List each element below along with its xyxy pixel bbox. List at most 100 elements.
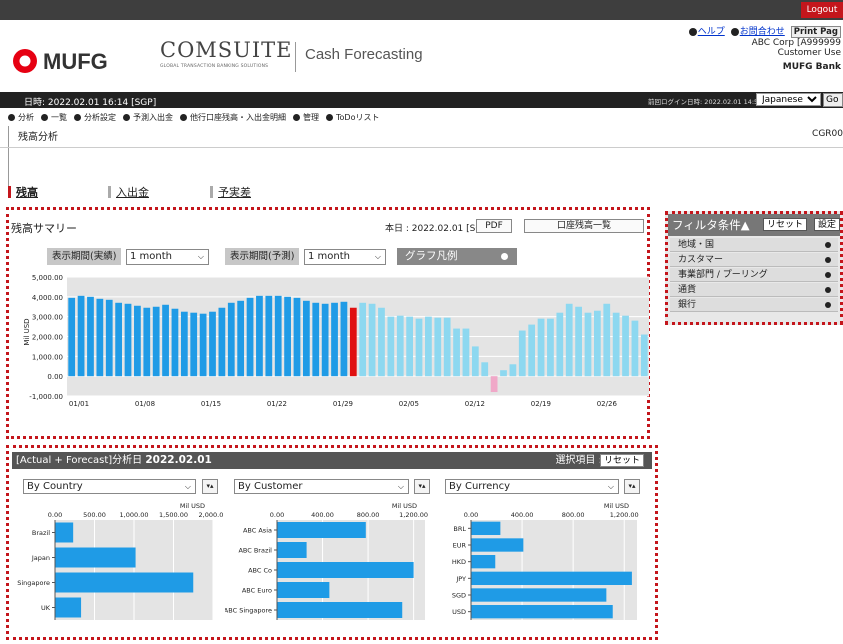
actual-bar (218, 307, 226, 377)
category-label: Singapore (17, 579, 50, 587)
graph-legend-button[interactable]: グラフ凡例 (397, 248, 517, 265)
value-bar (471, 588, 607, 602)
selection-reset-button[interactable]: リセット (599, 454, 644, 467)
value-bar (277, 582, 330, 598)
info-icon (41, 114, 48, 121)
actual-bar (302, 300, 310, 377)
menu-item[interactable]: 分析 (8, 112, 34, 123)
currency-chart: Mil USD 0.00 400.00 800.00 1,200.00 BRL EUR HKD… (452, 502, 639, 620)
x-tick-label: 0.00 (48, 511, 62, 519)
y-tick-label: 3,000.00 (32, 314, 63, 322)
forecast-bar (631, 320, 639, 377)
info-icon (293, 114, 300, 121)
category-label: ABC Brazil (238, 547, 272, 555)
filter-settings-button[interactable]: 設定 (814, 218, 840, 231)
axis-unit-label: Mil USD (604, 502, 629, 510)
sort-customer-button[interactable]: ▾▴ (414, 479, 430, 494)
forecast-bar (443, 317, 451, 377)
pdf-button[interactable]: PDF (476, 219, 512, 233)
forecast-bar (537, 318, 545, 377)
x-tick-label: 800.00 (357, 511, 380, 519)
date-bar: 日時: 2022.02.01 16:14 [SGP] 前回ログイン日時: 202… (0, 92, 843, 108)
chevron-down-icon: ⌵ (607, 482, 614, 491)
actual-bar (209, 311, 216, 377)
forecast-bar (584, 312, 592, 377)
balance-chart: 5,000.00 4,000.00 3,000.00 2,000.00 1,000.00… (23, 274, 649, 408)
logout-button[interactable]: Logout (801, 2, 843, 18)
info-icon (730, 27, 739, 36)
category-label: ABC Co (248, 567, 272, 575)
account-balance-list-button[interactable]: 口座残高一覧 (524, 219, 644, 233)
main-menu: 分析 一覧 分析設定 予測入出金 他行口座残高・入出金明細 管理 ToDoリスト (8, 112, 379, 123)
category-label: ABC Asia (243, 527, 272, 535)
menu-item[interactable]: 一覧 (41, 112, 67, 123)
by-customer-select[interactable]: By Customer ⌵ (234, 479, 409, 494)
value-bar (55, 572, 194, 593)
x-tick-label: 400.00 (511, 511, 534, 519)
sort-country-button[interactable]: ▾▴ (202, 479, 218, 494)
language-select[interactable]: Japanese (756, 93, 821, 106)
forecast-bar (509, 364, 517, 377)
period-actual-select[interactable]: 1 month ⌵ (126, 249, 209, 265)
actual-bar (105, 299, 113, 377)
filter-title[interactable]: フィルタ条件▲ (672, 218, 750, 232)
period-actual-label: 表示期間(実績) (47, 248, 122, 265)
filter-item[interactable]: カスタマー (670, 253, 838, 267)
value-bar (277, 542, 307, 558)
x-tick-label: 01/01 (69, 400, 89, 408)
actual-bar (227, 302, 235, 377)
y-tick-label: -1,000.00 (29, 393, 63, 401)
menu-item[interactable]: 分析設定 (74, 112, 116, 123)
forecast-bar (481, 362, 489, 377)
axis-unit-label: Mil USD (180, 502, 205, 510)
menu-item[interactable]: 予測入出金 (123, 112, 173, 123)
forecast-bar (500, 370, 507, 377)
period-forecast-select[interactable]: 1 month ⌵ (304, 249, 386, 265)
chevron-down-icon: ⌵ (197, 252, 204, 261)
actual-bar (152, 306, 160, 377)
filter-item[interactable]: 通貨 (670, 283, 838, 297)
menu-item[interactable]: ToDoリスト (326, 112, 379, 123)
x-tick-label: 01/22 (267, 400, 287, 408)
by-currency-select[interactable]: By Currency ⌵ (445, 479, 619, 494)
forecast-bar (575, 306, 582, 377)
category-label: Brazil (32, 529, 50, 537)
x-tick-label: 1,000.00 (120, 511, 149, 519)
x-tick-label: 02/05 (399, 400, 419, 408)
current-datetime: 日時: 2022.02.01 16:14 [SGP] (24, 98, 157, 108)
value-bar (55, 522, 74, 543)
forecast-bar (406, 316, 414, 377)
help-link[interactable]: ヘルプ (698, 27, 725, 37)
actual-bar (284, 296, 291, 377)
user-type: Customer Use (777, 48, 841, 58)
go-button[interactable]: Go (823, 93, 843, 107)
actual-bar (68, 297, 76, 377)
forecast-bar (387, 316, 395, 377)
print-page-button[interactable]: Print Pag (790, 26, 841, 38)
product-subtitle: GLOBAL TRANSACTION BANKING SOLUTIONS (160, 64, 269, 69)
forecast-bar (622, 315, 629, 377)
chevron-down-icon: ⌵ (397, 482, 404, 491)
info-icon (8, 114, 15, 121)
filter-item[interactable]: 事業部門 / プーリング (670, 268, 838, 282)
by-country-select[interactable]: By Country ⌵ (23, 479, 196, 494)
filter-item[interactable]: 地域・国 (670, 238, 838, 252)
expand-icon (825, 302, 831, 308)
contact-link[interactable]: お問合わせ (740, 27, 785, 37)
category-label: ABC Euro (242, 587, 272, 595)
x-tick-label: 02/12 (465, 400, 485, 408)
actual-bar (124, 303, 132, 377)
info-icon (501, 253, 508, 260)
sort-currency-button[interactable]: ▾▴ (624, 479, 640, 494)
today-bar (349, 307, 357, 377)
value-bar (471, 571, 632, 585)
top-bar: Logout (0, 0, 843, 20)
forecast-bar (453, 328, 460, 377)
menu-item[interactable]: 管理 (293, 112, 319, 123)
customer-chart: Mil USD 0.00 400.00 800.00 1,200.00 ABC Asia A… (225, 502, 428, 620)
info-icon (180, 114, 187, 121)
menu-item[interactable]: 他行口座残高・入出金明細 (180, 112, 286, 123)
expand-icon (825, 272, 831, 278)
filter-item[interactable]: 銀行 (670, 298, 838, 312)
filter-reset-button[interactable]: リセット (763, 218, 808, 231)
